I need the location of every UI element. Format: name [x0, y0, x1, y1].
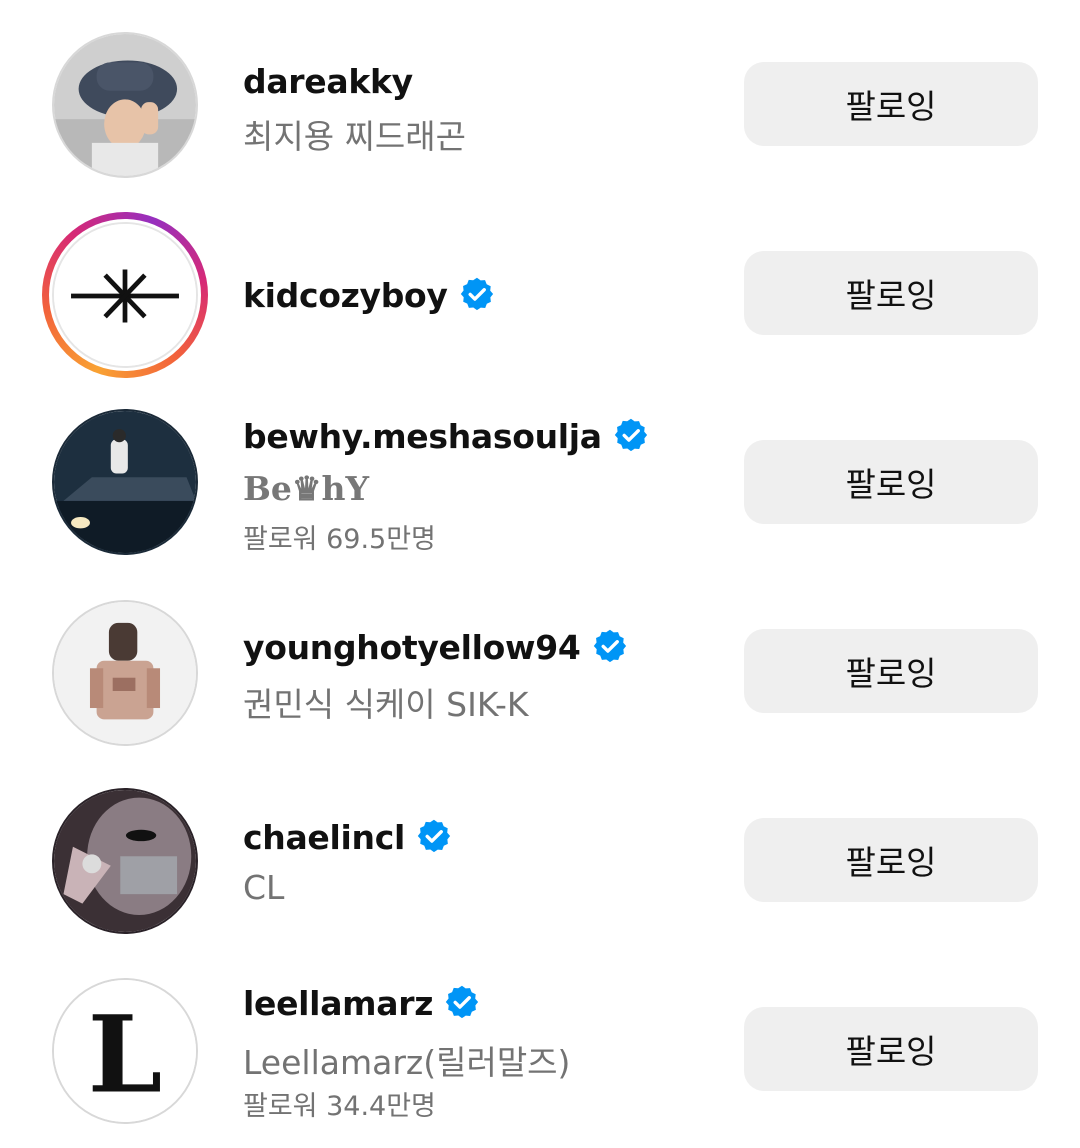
full-name: Leellamarz(릴러말즈): [243, 1043, 571, 1082]
username[interactable]: kidcozyboy: [243, 276, 494, 315]
svg-text:L: L: [88, 993, 163, 1118]
follower-count: 팔로워 69.5만명: [243, 524, 436, 555]
verified-badge-icon: [417, 819, 451, 853]
account-row-dareakky[interactable]: dareakky 최지용 찌드래곤 팔로잉: [0, 10, 1080, 200]
following-button[interactable]: 팔로잉: [744, 440, 1038, 524]
following-button[interactable]: 팔로잉: [744, 62, 1038, 146]
username[interactable]: leellamarz: [243, 984, 479, 1023]
avatar[interactable]: [50, 598, 200, 748]
username-text[interactable]: leellamarz: [243, 984, 433, 1023]
account-row-chaelincl[interactable]: chaelincl CL 팔로잉: [0, 780, 1080, 970]
avatar[interactable]: [50, 786, 200, 936]
avatar[interactable]: [42, 212, 208, 378]
following-button[interactable]: 팔로잉: [744, 818, 1038, 902]
full-name: 최지용 찌드래곤: [243, 117, 467, 156]
username[interactable]: younghotyellow94: [243, 628, 627, 667]
full-name: Be♛hY: [243, 469, 370, 508]
following-button[interactable]: 팔로잉: [744, 629, 1038, 713]
avatar[interactable]: [50, 30, 200, 180]
verified-badge-icon: [445, 985, 479, 1019]
verified-badge-icon: [593, 629, 627, 663]
full-name: 권민식 식케이 SIK-K: [243, 685, 529, 724]
account-row-bewhy[interactable]: bewhy.meshasoulja Be♛hY 팔로워 69.5만명 팔로잉: [0, 395, 1080, 585]
username-text[interactable]: chaelincl: [243, 818, 405, 857]
account-row-kidcozyboy[interactable]: kidcozyboy 팔로잉: [0, 200, 1080, 390]
account-row-younghotyellow94[interactable]: younghotyellow94 권민식 식케이 SIK-K 팔로잉: [0, 590, 1080, 780]
account-row-leellamarz[interactable]: L leellamarz Leellamarz(릴러말즈) 팔로워 34.4만명…: [0, 960, 1080, 1148]
full-name: CL: [243, 868, 285, 907]
following-button[interactable]: 팔로잉: [744, 251, 1038, 335]
avatar[interactable]: [50, 407, 200, 557]
following-button[interactable]: 팔로잉: [744, 1007, 1038, 1091]
verified-badge-icon: [614, 418, 648, 452]
username-text[interactable]: bewhy.meshasoulja: [243, 417, 602, 456]
username-text[interactable]: kidcozyboy: [243, 276, 448, 315]
username[interactable]: bewhy.meshasoulja: [243, 417, 648, 456]
username-text[interactable]: younghotyellow94: [243, 628, 581, 667]
verified-badge-icon: [460, 277, 494, 311]
username[interactable]: chaelincl: [243, 818, 451, 857]
username[interactable]: dareakky: [243, 62, 413, 101]
avatar[interactable]: L: [50, 976, 200, 1126]
follower-count: 팔로워 34.4만명: [243, 1091, 436, 1122]
